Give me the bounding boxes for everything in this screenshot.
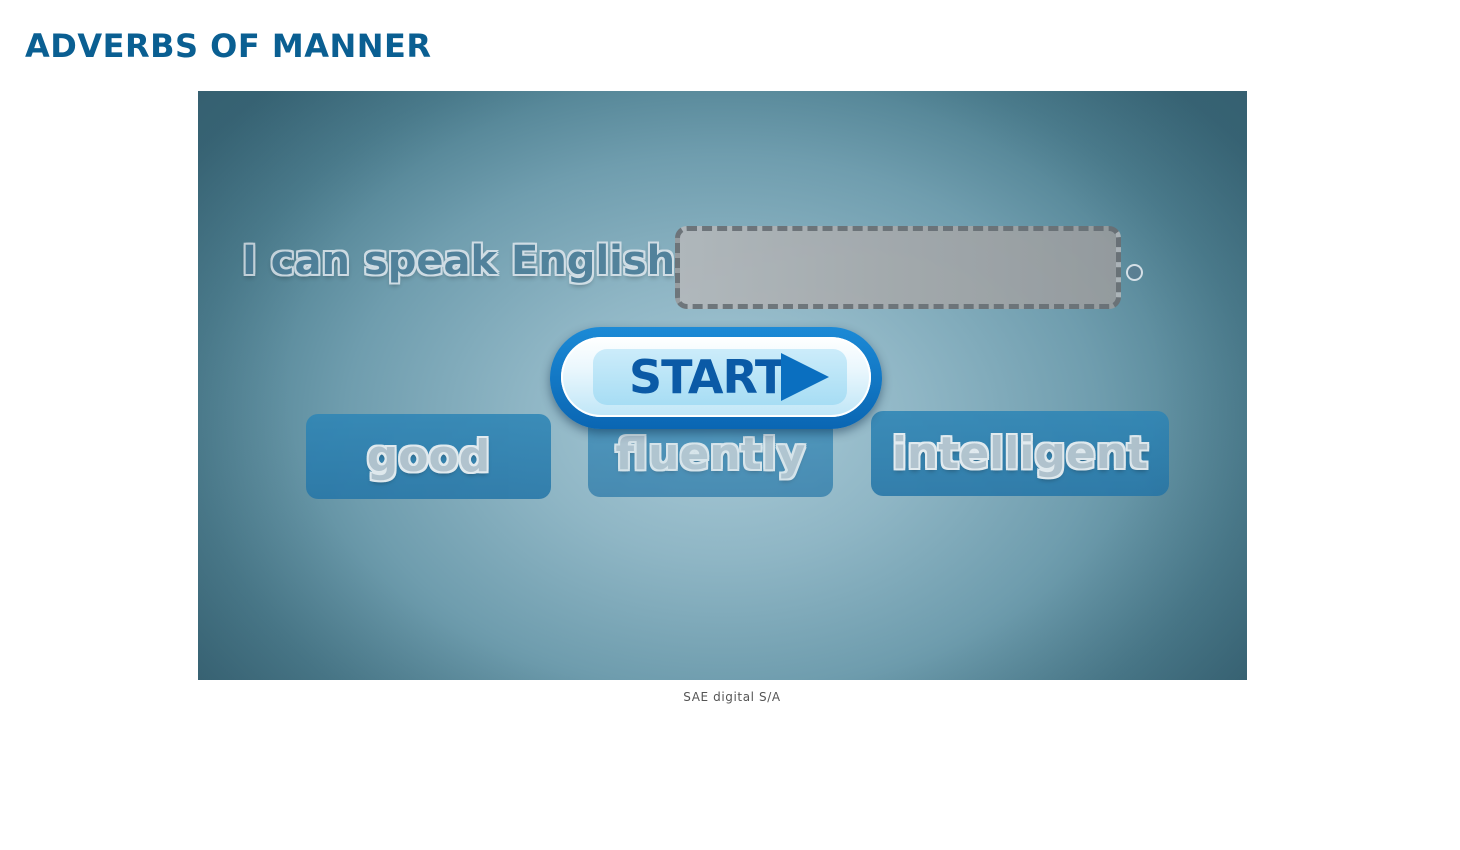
- start-button[interactable]: START: [550, 327, 882, 429]
- start-button-inner: START: [561, 337, 871, 417]
- option-intelligent[interactable]: intelligent: [871, 411, 1169, 496]
- page-title: ADVERBS OF MANNER: [25, 27, 432, 65]
- sentence-period: [1128, 266, 1141, 279]
- activity-stage: I can speak English good fluently intell…: [198, 91, 1247, 680]
- play-icon: [781, 353, 829, 401]
- sentence-text: I can speak English: [242, 238, 676, 284]
- option-good[interactable]: good: [306, 414, 551, 499]
- credit-text: SAE digital S/A: [683, 690, 781, 704]
- answer-drop-zone[interactable]: [675, 226, 1121, 309]
- start-button-face: START: [593, 349, 847, 405]
- start-button-label: START: [629, 350, 786, 404]
